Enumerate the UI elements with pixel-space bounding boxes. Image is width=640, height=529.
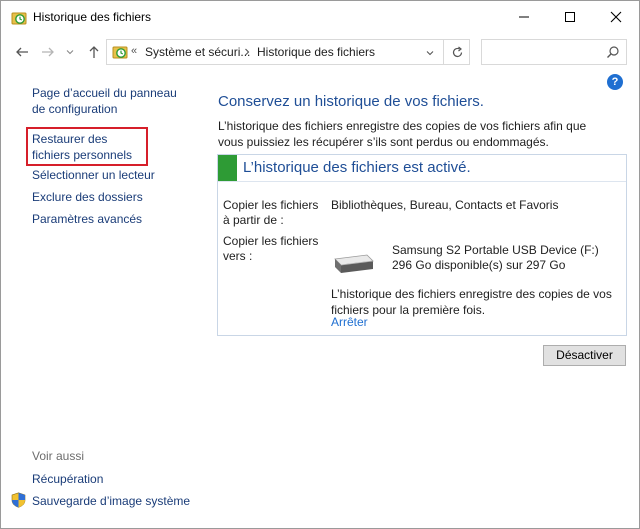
- status-header: L’historique des fichiers est activé.: [218, 155, 626, 182]
- breadcrumb-overflow[interactable]: «: [131, 45, 137, 57]
- file-history-icon: [11, 12, 27, 25]
- close-icon: [610, 11, 622, 23]
- page-title: Conservez un historique de vos fichiers.: [218, 93, 484, 110]
- chevron-down-icon: [66, 50, 74, 55]
- system-image-backup-link[interactable]: Sauvegarde d’image système: [32, 493, 190, 509]
- control-panel-home-link[interactable]: Page d’accueil du panneau de configurati…: [32, 85, 192, 117]
- arrow-right-icon: [42, 47, 54, 57]
- chevron-right-icon[interactable]: [243, 48, 251, 56]
- help-button[interactable]: ?: [607, 74, 623, 90]
- drive-space: 296 Go disponible(s) sur 297 Go: [392, 258, 566, 272]
- forward-button[interactable]: [39, 43, 57, 61]
- chevron-down-icon: [426, 51, 434, 56]
- copy-from-label: Copier les fichiers à partir de :: [223, 198, 319, 227]
- close-button[interactable]: [593, 1, 639, 33]
- shield-icon: [11, 492, 26, 508]
- refresh-button[interactable]: [443, 40, 470, 64]
- exclude-folders-link[interactable]: Exclure des dossiers: [32, 189, 143, 205]
- select-drive-link[interactable]: Sélectionner un lecteur: [32, 167, 155, 183]
- minimize-button[interactable]: [501, 1, 547, 33]
- control-panel-icon: [112, 46, 128, 59]
- back-button[interactable]: [13, 43, 31, 61]
- search-input[interactable]: [481, 39, 627, 65]
- see-also-heading: Voir aussi: [32, 449, 85, 463]
- page-description: L’historique des fichiers enregistre des…: [218, 119, 587, 149]
- breadcrumb-file-history[interactable]: Historique des fichiers: [257, 45, 375, 59]
- address-dropdown-button[interactable]: [422, 45, 438, 61]
- recent-locations-button[interactable]: [63, 43, 77, 61]
- window-title: Historique des fichiers: [33, 10, 152, 24]
- arrow-left-icon: [16, 47, 28, 57]
- file-history-status-panel: L’historique des fichiers est activé. Co…: [217, 154, 627, 336]
- navigation-bar: « Système et sécuri... Historique des fi…: [1, 33, 639, 71]
- address-bar[interactable]: « Système et sécuri... Historique des fi…: [106, 39, 470, 65]
- maximize-button[interactable]: [547, 1, 593, 33]
- external-drive-icon: [334, 254, 374, 273]
- breadcrumb-system-security[interactable]: Système et sécuri...: [145, 45, 250, 59]
- up-button[interactable]: [85, 43, 103, 61]
- copy-from-value: Bibliothèques, Bureau, Contacts et Favor…: [331, 198, 559, 212]
- minimize-icon: [519, 16, 529, 18]
- file-history-window: Historique des fichiers « Système et séc…: [0, 0, 640, 529]
- status-indicator: [218, 155, 237, 181]
- search-icon: [607, 46, 619, 58]
- restore-personal-files-link[interactable]: Restaurer des fichiers personnels: [32, 131, 144, 163]
- disable-button[interactable]: Désactiver: [543, 345, 626, 366]
- left-task-pane: Page d’accueil du panneau de configurati…: [1, 71, 201, 528]
- recovery-link[interactable]: Récupération: [32, 471, 103, 487]
- copy-to-label: Copier les fichiers vers :: [223, 234, 319, 263]
- status-text: L’historique des fichiers est activé.: [243, 159, 471, 176]
- arrow-up-icon: [89, 46, 99, 58]
- drive-name: Samsung S2 Portable USB Device (F:): [392, 243, 599, 257]
- title-bar: Historique des fichiers: [1, 1, 639, 33]
- advanced-settings-link[interactable]: Paramètres avancés: [32, 211, 142, 227]
- info-text: L’historique des fichiers enregistre des…: [331, 287, 612, 317]
- stop-link[interactable]: Arrêter: [331, 315, 368, 329]
- refresh-icon: [452, 46, 462, 57]
- maximize-icon: [565, 12, 575, 22]
